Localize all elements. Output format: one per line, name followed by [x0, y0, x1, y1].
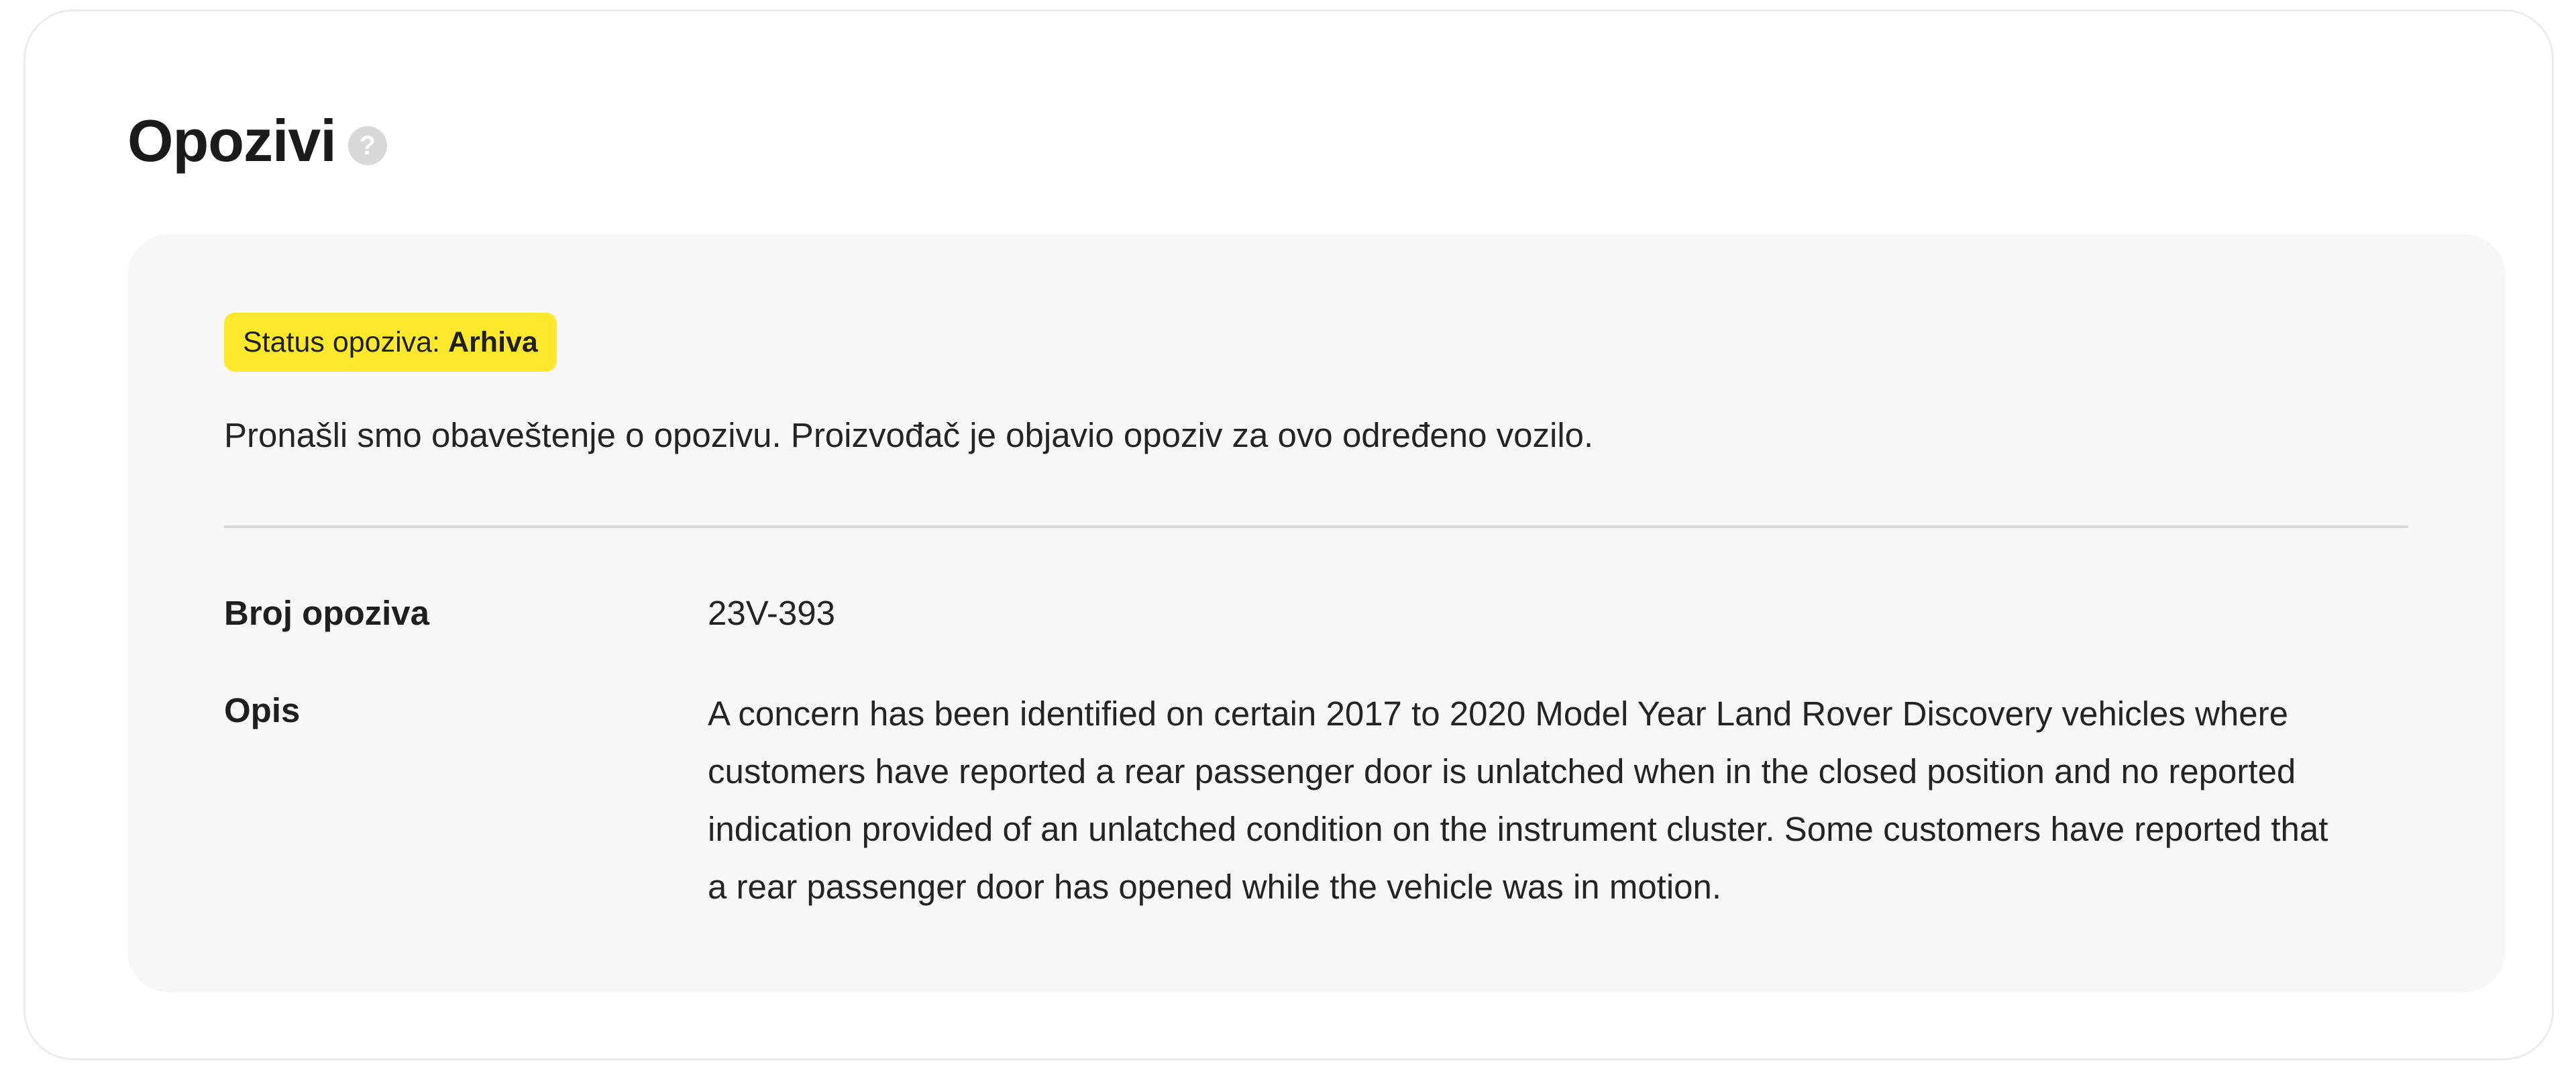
help-icon[interactable]: ?	[347, 126, 387, 165]
description-line: A concern has been identified on certain…	[708, 695, 2288, 733]
heading-row: Opozivi ?	[127, 104, 387, 178]
divider	[224, 525, 2408, 528]
recall-number-label: Broj opoziva	[224, 594, 430, 632]
description-line: indication provided of an unlatched cond…	[708, 810, 2328, 848]
recall-panel: Status opoziva: Arhiva Pronašli smo obav…	[127, 234, 2506, 992]
description-label: Opis	[224, 691, 301, 729]
status-badge-value: Arhiva	[448, 325, 538, 358]
recall-number-value: 23V-393	[708, 594, 836, 632]
description-line: a rear passenger door has opened while t…	[708, 868, 1722, 906]
recall-notice-text: Pronašli smo obaveštenje o opozivu. Proi…	[224, 416, 1594, 454]
recalls-card: Opozivi ? Status opoziva: Arhiva Pronašl…	[23, 9, 2554, 1060]
description-value: A concern has been identified on certain…	[708, 685, 2425, 916]
description-line: customers have reported a rear passenger…	[708, 752, 2296, 790]
status-badge-label: Status opoziva:	[243, 325, 441, 358]
page-title: Opozivi	[127, 107, 337, 174]
status-badge: Status opoziva: Arhiva	[224, 313, 557, 372]
